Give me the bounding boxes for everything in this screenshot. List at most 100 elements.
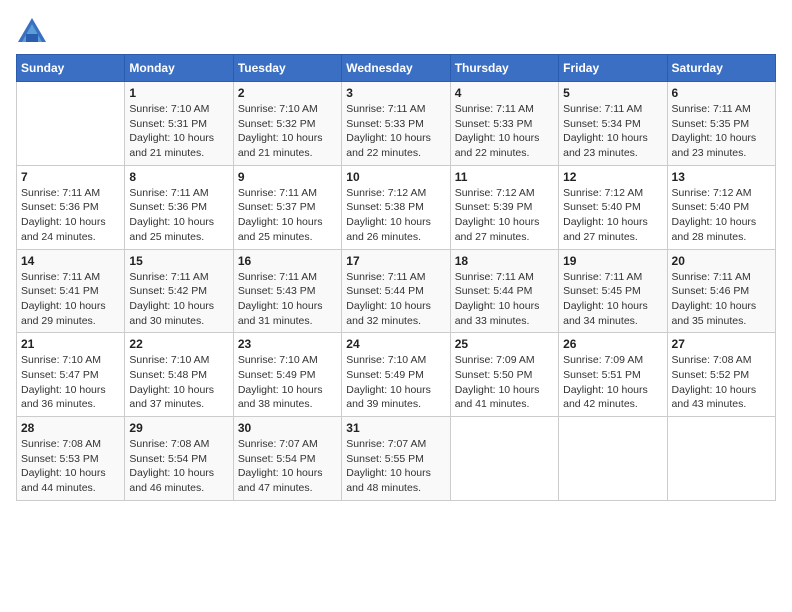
day-number: 21 (21, 337, 120, 351)
day-info: Sunrise: 7:08 AM Sunset: 5:53 PM Dayligh… (21, 437, 120, 496)
calendar-cell: 31 Sunrise: 7:07 AM Sunset: 5:55 PM Dayli… (342, 417, 450, 501)
day-info: Sunrise: 7:11 AM Sunset: 5:44 PM Dayligh… (455, 270, 554, 329)
day-number: 19 (563, 254, 662, 268)
day-number: 6 (672, 86, 771, 100)
calendar-cell (17, 82, 125, 166)
day-info: Sunrise: 7:11 AM Sunset: 5:43 PM Dayligh… (238, 270, 337, 329)
calendar-cell: 30 Sunrise: 7:07 AM Sunset: 5:54 PM Dayli… (233, 417, 341, 501)
calendar-cell: 2 Sunrise: 7:10 AM Sunset: 5:32 PM Daylig… (233, 82, 341, 166)
day-number: 17 (346, 254, 445, 268)
day-info: Sunrise: 7:08 AM Sunset: 5:54 PM Dayligh… (129, 437, 228, 496)
calendar-cell: 29 Sunrise: 7:08 AM Sunset: 5:54 PM Dayli… (125, 417, 233, 501)
day-info: Sunrise: 7:07 AM Sunset: 5:55 PM Dayligh… (346, 437, 445, 496)
day-number: 2 (238, 86, 337, 100)
calendar-cell: 4 Sunrise: 7:11 AM Sunset: 5:33 PM Daylig… (450, 82, 558, 166)
calendar-cell (667, 417, 775, 501)
calendar-cell: 19 Sunrise: 7:11 AM Sunset: 5:45 PM Dayli… (559, 249, 667, 333)
day-info: Sunrise: 7:12 AM Sunset: 5:39 PM Dayligh… (455, 186, 554, 245)
header-cell-sunday: Sunday (17, 55, 125, 82)
day-info: Sunrise: 7:09 AM Sunset: 5:50 PM Dayligh… (455, 353, 554, 412)
calendar-cell: 6 Sunrise: 7:11 AM Sunset: 5:35 PM Daylig… (667, 82, 775, 166)
day-number: 7 (21, 170, 120, 184)
calendar-cell: 9 Sunrise: 7:11 AM Sunset: 5:37 PM Daylig… (233, 165, 341, 249)
day-number: 8 (129, 170, 228, 184)
page-header (16, 16, 776, 44)
day-info: Sunrise: 7:11 AM Sunset: 5:33 PM Dayligh… (455, 102, 554, 161)
day-number: 4 (455, 86, 554, 100)
header-cell-saturday: Saturday (667, 55, 775, 82)
calendar-week-3: 14 Sunrise: 7:11 AM Sunset: 5:41 PM Dayli… (17, 249, 776, 333)
calendar-cell: 20 Sunrise: 7:11 AM Sunset: 5:46 PM Dayli… (667, 249, 775, 333)
day-info: Sunrise: 7:11 AM Sunset: 5:45 PM Dayligh… (563, 270, 662, 329)
calendar-cell: 27Sunrise: 7:08 AM Sunset: 5:52 PM Dayli… (667, 333, 775, 417)
day-info: Sunrise: 7:09 AM Sunset: 5:51 PM Dayligh… (563, 353, 662, 412)
calendar-cell: 12 Sunrise: 7:12 AM Sunset: 5:40 PM Dayli… (559, 165, 667, 249)
calendar-cell: 1Sunrise: 7:10 AM Sunset: 5:31 PM Daylig… (125, 82, 233, 166)
calendar-cell: 26 Sunrise: 7:09 AM Sunset: 5:51 PM Dayli… (559, 333, 667, 417)
day-info: Sunrise: 7:11 AM Sunset: 5:46 PM Dayligh… (672, 270, 771, 329)
calendar-week-5: 28 Sunrise: 7:08 AM Sunset: 5:53 PM Dayli… (17, 417, 776, 501)
calendar-body: 1Sunrise: 7:10 AM Sunset: 5:31 PM Daylig… (17, 82, 776, 501)
calendar-cell: 8 Sunrise: 7:11 AM Sunset: 5:36 PM Daylig… (125, 165, 233, 249)
calendar-cell: 17 Sunrise: 7:11 AM Sunset: 5:44 PM Dayli… (342, 249, 450, 333)
day-number: 20 (672, 254, 771, 268)
header-cell-thursday: Thursday (450, 55, 558, 82)
calendar-cell: 11Sunrise: 7:12 AM Sunset: 5:39 PM Dayli… (450, 165, 558, 249)
day-info: Sunrise: 7:11 AM Sunset: 5:36 PM Dayligh… (129, 186, 228, 245)
day-number: 28 (21, 421, 120, 435)
day-number: 24 (346, 337, 445, 351)
day-number: 3 (346, 86, 445, 100)
day-number: 15 (129, 254, 228, 268)
logo (16, 16, 48, 44)
calendar-cell: 10Sunrise: 7:12 AM Sunset: 5:38 PM Dayli… (342, 165, 450, 249)
day-number: 27 (672, 337, 771, 351)
day-info: Sunrise: 7:11 AM Sunset: 5:41 PM Dayligh… (21, 270, 120, 329)
day-info: Sunrise: 7:12 AM Sunset: 5:40 PM Dayligh… (672, 186, 771, 245)
header-cell-friday: Friday (559, 55, 667, 82)
calendar-cell: 25 Sunrise: 7:09 AM Sunset: 5:50 PM Dayli… (450, 333, 558, 417)
day-number: 30 (238, 421, 337, 435)
calendar-cell: 5Sunrise: 7:11 AM Sunset: 5:34 PM Daylig… (559, 82, 667, 166)
calendar-header: SundayMondayTuesdayWednesdayThursdayFrid… (17, 55, 776, 82)
day-info: Sunrise: 7:10 AM Sunset: 5:31 PM Dayligh… (129, 102, 228, 161)
calendar-cell: 7 Sunrise: 7:11 AM Sunset: 5:36 PM Daylig… (17, 165, 125, 249)
day-number: 14 (21, 254, 120, 268)
day-info: Sunrise: 7:11 AM Sunset: 5:33 PM Dayligh… (346, 102, 445, 161)
calendar-cell (450, 417, 558, 501)
day-info: Sunrise: 7:10 AM Sunset: 5:48 PM Dayligh… (129, 353, 228, 412)
day-info: Sunrise: 7:11 AM Sunset: 5:34 PM Dayligh… (563, 102, 662, 161)
day-number: 9 (238, 170, 337, 184)
day-number: 16 (238, 254, 337, 268)
day-info: Sunrise: 7:11 AM Sunset: 5:44 PM Dayligh… (346, 270, 445, 329)
day-info: Sunrise: 7:12 AM Sunset: 5:38 PM Dayligh… (346, 186, 445, 245)
calendar-cell: 23Sunrise: 7:10 AM Sunset: 5:49 PM Dayli… (233, 333, 341, 417)
day-info: Sunrise: 7:11 AM Sunset: 5:37 PM Dayligh… (238, 186, 337, 245)
day-info: Sunrise: 7:11 AM Sunset: 5:42 PM Dayligh… (129, 270, 228, 329)
calendar-cell: 3 Sunrise: 7:11 AM Sunset: 5:33 PM Daylig… (342, 82, 450, 166)
calendar-cell: 22 Sunrise: 7:10 AM Sunset: 5:48 PM Dayli… (125, 333, 233, 417)
day-number: 13 (672, 170, 771, 184)
calendar-table: SundayMondayTuesdayWednesdayThursdayFrid… (16, 54, 776, 501)
day-number: 22 (129, 337, 228, 351)
day-info: Sunrise: 7:11 AM Sunset: 5:36 PM Dayligh… (21, 186, 120, 245)
header-cell-wednesday: Wednesday (342, 55, 450, 82)
day-info: Sunrise: 7:12 AM Sunset: 5:40 PM Dayligh… (563, 186, 662, 245)
day-number: 12 (563, 170, 662, 184)
header-row: SundayMondayTuesdayWednesdayThursdayFrid… (17, 55, 776, 82)
day-info: Sunrise: 7:10 AM Sunset: 5:32 PM Dayligh… (238, 102, 337, 161)
day-number: 18 (455, 254, 554, 268)
day-number: 29 (129, 421, 228, 435)
day-number: 26 (563, 337, 662, 351)
calendar-week-2: 7 Sunrise: 7:11 AM Sunset: 5:36 PM Daylig… (17, 165, 776, 249)
day-info: Sunrise: 7:10 AM Sunset: 5:47 PM Dayligh… (21, 353, 120, 412)
day-info: Sunrise: 7:10 AM Sunset: 5:49 PM Dayligh… (346, 353, 445, 412)
header-cell-tuesday: Tuesday (233, 55, 341, 82)
calendar-week-1: 1Sunrise: 7:10 AM Sunset: 5:31 PM Daylig… (17, 82, 776, 166)
day-info: Sunrise: 7:11 AM Sunset: 5:35 PM Dayligh… (672, 102, 771, 161)
day-number: 25 (455, 337, 554, 351)
day-info: Sunrise: 7:07 AM Sunset: 5:54 PM Dayligh… (238, 437, 337, 496)
day-number: 31 (346, 421, 445, 435)
calendar-cell: 16 Sunrise: 7:11 AM Sunset: 5:43 PM Dayli… (233, 249, 341, 333)
day-number: 23 (238, 337, 337, 351)
calendar-cell: 24 Sunrise: 7:10 AM Sunset: 5:49 PM Dayli… (342, 333, 450, 417)
